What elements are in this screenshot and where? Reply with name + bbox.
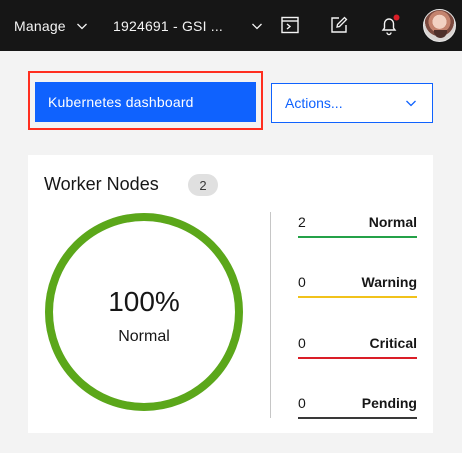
- terminal-icon[interactable]: [278, 13, 302, 37]
- status-bar: [298, 357, 417, 359]
- status-count: 2: [298, 214, 306, 230]
- account-label: 1924691 - GSI ...: [113, 17, 224, 34]
- status-pending: 0 Pending: [298, 395, 417, 419]
- edit-icon[interactable]: [327, 13, 351, 37]
- chevron-down-icon: [406, 100, 416, 107]
- kubernetes-dashboard-button[interactable]: Kubernetes dashboard: [35, 82, 256, 122]
- kubernetes-dashboard-button-label: Kubernetes dashboard: [48, 94, 194, 110]
- chevron-down-icon: [76, 23, 87, 29]
- account-switcher[interactable]: 1924691 - GSI ...: [113, 0, 263, 51]
- manage-menu-label: Manage: [14, 17, 66, 34]
- status-bar: [298, 417, 417, 419]
- count-badge: 2: [188, 174, 218, 196]
- status-label: Pending: [361, 395, 417, 411]
- user-avatar[interactable]: [423, 9, 456, 42]
- status-label: Warning: [361, 274, 417, 290]
- notification-icon[interactable]: [377, 13, 401, 37]
- card-title: Worker Nodes: [44, 174, 159, 194]
- actions-dropdown[interactable]: Actions...: [271, 83, 433, 123]
- divider: [270, 212, 271, 418]
- actions-dropdown-label: Actions...: [285, 95, 343, 111]
- status-label: Critical: [369, 335, 417, 351]
- status-warning: 0 Warning: [298, 274, 417, 298]
- manage-menu[interactable]: Manage: [14, 0, 88, 51]
- status-critical: 0 Critical: [298, 335, 417, 359]
- ring-label: Normal: [118, 328, 170, 345]
- status-normal: 2 Normal: [298, 214, 417, 238]
- status-bar: [298, 296, 417, 298]
- status-count: 0: [298, 335, 306, 351]
- chevron-down-icon: [252, 23, 262, 29]
- worker-nodes-card: Worker Nodes 2 100% Normal 2 Normal 0 Wa…: [28, 155, 433, 433]
- top-bar: Manage 1924691 - GSI ...: [0, 0, 462, 51]
- notification-dot: [393, 14, 400, 21]
- status-label: Normal: [368, 214, 417, 230]
- status-bar: [298, 236, 417, 238]
- status-count: 0: [298, 395, 306, 411]
- ring-percent: 100%: [108, 286, 180, 317]
- status-count: 0: [298, 274, 306, 290]
